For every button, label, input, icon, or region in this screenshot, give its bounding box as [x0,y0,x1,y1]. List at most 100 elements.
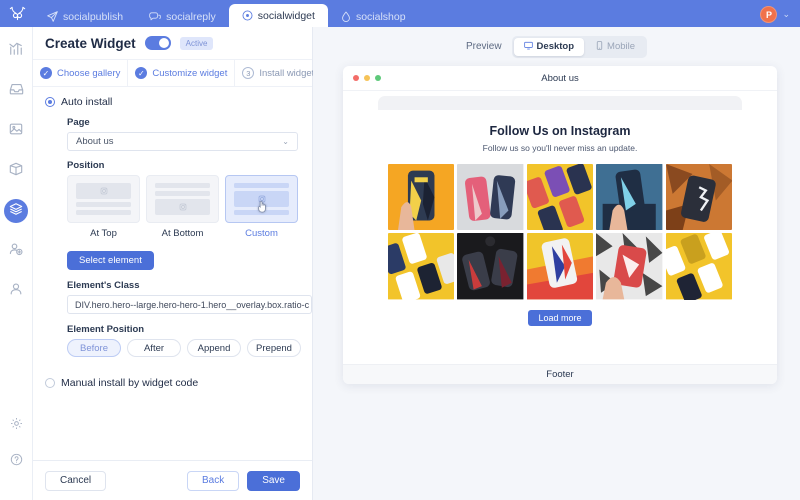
tag-drop-icon [341,11,351,22]
user-profile-icon [9,282,23,301]
tab-socialpublish[interactable]: socialpublish [34,6,136,27]
gallery-item[interactable] [665,233,732,300]
browser-titlebar: About us [343,66,777,91]
preview-area: Preview Desktop Mobile About us Follow U… [313,27,800,500]
image-placeholder-icon [76,183,131,199]
gallery-item[interactable] [665,164,732,231]
gallery-item[interactable] [596,233,663,300]
gallery-item[interactable] [388,164,455,231]
device-mode-desktop[interactable]: Desktop [513,37,585,56]
element-class-input[interactable]: DIV.hero.hero--large.hero-hero-1.hero__o… [67,295,312,314]
gallery-item[interactable] [388,233,455,300]
radio-indicator [45,378,55,388]
rail-item-analytics[interactable] [4,39,28,63]
select-element-button[interactable]: Select element [67,251,154,270]
step-customize-widget[interactable]: ✓ Customize widget [127,59,234,87]
position-thumb [146,175,219,223]
left-icon-rail [0,27,33,500]
antler-logo-icon[interactable] [0,0,34,27]
chip-after[interactable]: After [127,339,181,357]
rail-item-add-user[interactable] [4,239,28,263]
tab-socialshop[interactable]: socialshop [328,6,419,27]
chip-before[interactable]: Before [67,339,121,357]
device-mode-label: Desktop [536,41,575,52]
step-choose-gallery[interactable]: ✓ Choose gallery [33,59,127,87]
widget-active-toggle[interactable] [144,36,171,50]
check-icon: ✓ [40,67,52,79]
preview-toolbar: Preview Desktop Mobile [313,27,800,66]
check-icon: ✓ [135,67,148,79]
position-card-label: At Top [90,228,117,239]
radio-manual-install[interactable]: Manual install by widget code [45,377,300,389]
page-content-placeholder [378,96,742,110]
add-user-icon [9,242,23,261]
tab-label: socialpublish [63,10,124,23]
inbox-icon [9,82,24,101]
tab-label: socialshop [355,10,406,23]
gallery-item[interactable] [526,164,594,231]
rail-item-settings[interactable] [4,414,28,438]
device-mode-mobile[interactable]: Mobile [586,38,645,56]
avatar[interactable]: P [760,6,778,23]
save-button[interactable]: Save [247,470,300,491]
gallery-item[interactable] [457,233,524,300]
page-select-value: About us [76,136,114,147]
wizard-steps: ✓ Choose gallery ✓ Customize widget 3 In… [33,59,314,87]
step-label: Customize widget [152,67,228,79]
radio-auto-install[interactable]: Auto install [45,96,300,108]
element-position-chip-group: Before After Append Prepend [67,339,301,357]
page-title: Create Widget [45,35,136,51]
load-more-button[interactable]: Load more [528,309,592,326]
panel-body: Auto install Page About us ⌄ Position At… [33,87,312,460]
preview-browser-window: About us Follow Us on Instagram Follow u… [343,66,777,384]
app-root: socialpublish socialreply socialwidget s… [0,0,800,500]
image-gallery-icon [9,122,23,141]
rail-item-widgets[interactable] [4,199,28,223]
box-cube-icon [9,162,23,181]
rail-item-inbox[interactable] [4,79,28,103]
panel-header: Create Widget Active [33,27,312,59]
instagram-gallery-grid [388,164,732,300]
rail-item-help[interactable] [4,450,28,474]
step-install-widget[interactable]: 3 Install widget [234,59,321,87]
tab-socialwidget[interactable]: socialwidget [228,4,328,27]
widget-subheading: Follow us so you'll never miss an update… [482,143,638,153]
chip-prepend[interactable]: Prepend [247,339,301,357]
tab-label: socialreply [166,10,216,23]
back-button[interactable]: Back [186,470,240,491]
position-card-at-top[interactable]: At Top [67,175,140,239]
gallery-item[interactable] [457,164,524,231]
preview-label: Preview [465,41,502,52]
content-bar [234,183,289,188]
widget-heading: Follow Us on Instagram [489,124,631,138]
tab-socialreply[interactable]: socialreply [136,6,229,27]
rail-item-profile[interactable] [4,279,28,303]
step-label: Install widget [259,67,315,79]
gallery-item[interactable] [596,164,663,231]
browser-viewport: Follow Us on Instagram Follow us so you'… [343,91,777,364]
rail-item-box[interactable] [4,159,28,183]
element-position-label: Element Position [67,324,145,335]
help-question-icon [10,453,23,471]
page-select[interactable]: About us ⌄ [67,132,298,151]
position-card-group: At Top At Bottom Custom [67,175,300,239]
monitor-icon [523,41,533,53]
position-card-at-bottom[interactable]: At Bottom [146,175,219,239]
element-class-label: Element's Class [67,280,140,291]
create-widget-panel: Create Widget Active ✓ Choose gallery ✓ … [33,27,314,500]
position-thumb [67,175,140,223]
step-number-badge: 3 [242,67,255,79]
nav-account-area: P ⌄ [760,6,800,27]
cancel-button[interactable]: Cancel [45,470,107,491]
rail-item-gallery[interactable] [4,119,28,143]
position-card-custom[interactable]: Custom [225,175,298,239]
target-circle-icon [242,10,253,21]
pointer-hand-icon [257,200,268,218]
content-bar [76,210,131,215]
chevron-down-icon[interactable]: ⌄ [782,9,790,20]
gallery-item[interactable] [526,233,594,300]
chip-append[interactable]: Append [187,339,241,357]
content-bar [155,183,210,188]
rail-bottom-group [4,414,28,500]
position-thumb [225,175,298,223]
